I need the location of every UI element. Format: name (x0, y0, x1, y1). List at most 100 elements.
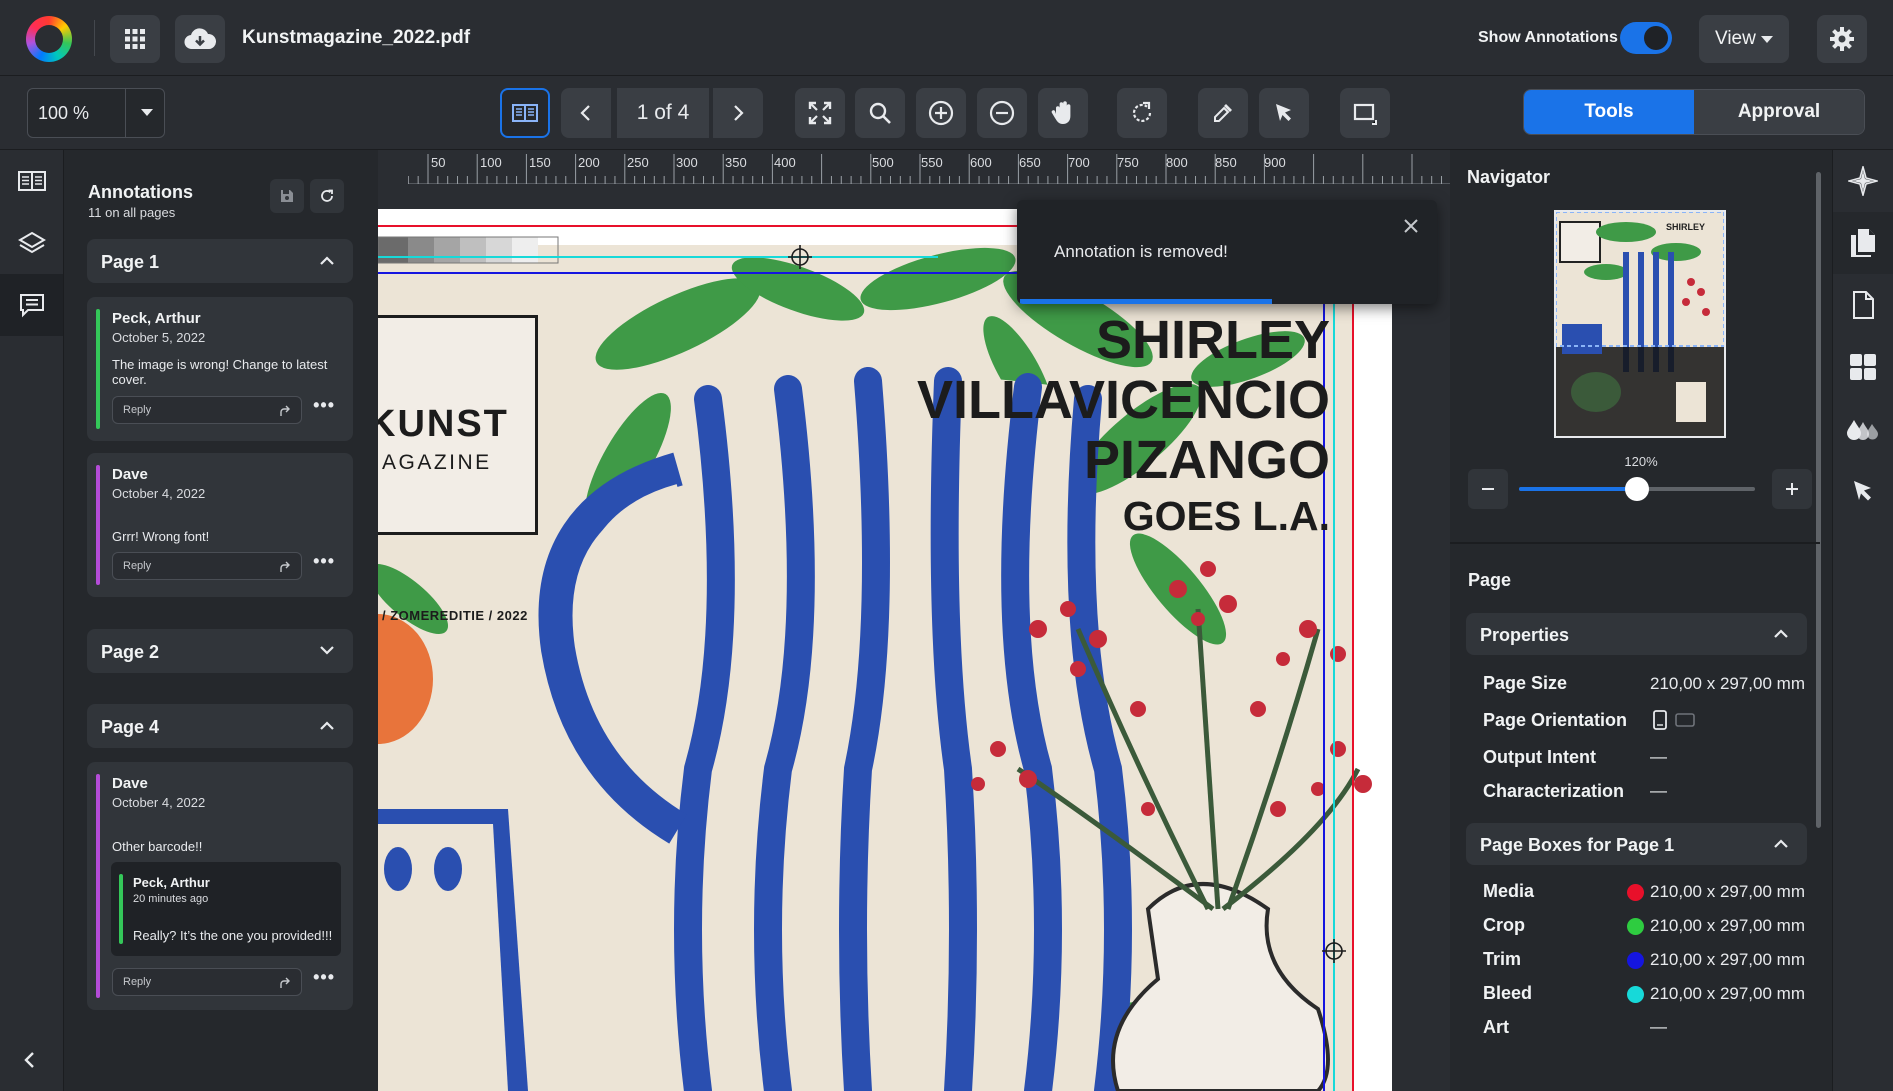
refresh-annotations-button[interactable] (310, 179, 344, 213)
more-options-icon[interactable]: ••• (313, 395, 335, 416)
hand-icon (1051, 101, 1071, 124)
page-view-button[interactable] (500, 88, 550, 138)
file-name: Kunstmagazine_2022.pdf (242, 27, 471, 48)
zoom-in-button[interactable] (916, 88, 966, 138)
comment-card[interactable]: Dave October 4, 2022 Other barcode!! Pec… (87, 762, 353, 1010)
ruler-label: 600 (970, 155, 992, 170)
previous-page-button[interactable] (561, 88, 611, 138)
box-tool-button[interactable] (1340, 88, 1390, 138)
page-indicator: 1 of 4 (617, 88, 709, 138)
rail-comments-button[interactable] (0, 274, 63, 336)
toast-progress-bar (1020, 299, 1272, 304)
crop-box-color-dot (1627, 918, 1644, 935)
more-options-icon[interactable]: ••• (313, 967, 335, 988)
plus-icon (1786, 483, 1798, 495)
reply-color-bar (119, 874, 123, 944)
rail-page-button[interactable] (1833, 274, 1893, 336)
more-options-icon[interactable]: ••• (313, 551, 335, 572)
tab-approval[interactable]: Approval (1694, 90, 1864, 134)
comment-card[interactable]: Peck, Arthur October 5, 2022 The image i… (87, 297, 353, 441)
rail-pages-button[interactable] (0, 150, 63, 212)
collapse-panel-icon[interactable] (22, 1050, 38, 1070)
toast-notification: Annotation is removed! (1017, 200, 1437, 304)
ruler-label: 300 (676, 155, 698, 170)
reply-input[interactable]: Reply (112, 552, 302, 580)
show-annotations-toggle[interactable] (1620, 22, 1672, 54)
slider-fill (1519, 487, 1637, 491)
ruler-label: 700 (1068, 155, 1090, 170)
edition-text: / ZOMEREDITIE / 2022 (382, 608, 528, 623)
bleed-box-color-dot (1627, 986, 1644, 1003)
reply-arrow-icon[interactable] (279, 561, 291, 573)
tab-tools[interactable]: Tools (1524, 90, 1694, 134)
pan-tool-button[interactable] (1038, 88, 1088, 138)
reply-input[interactable]: Reply (112, 396, 302, 424)
settings-button[interactable] (1817, 15, 1867, 63)
comment-card[interactable]: Dave October 4, 2022 Grrr! Wrong font! R… (87, 453, 353, 597)
reply-placeholder: Reply (123, 404, 152, 416)
portrait-orientation-icon[interactable] (1652, 710, 1668, 730)
page-boxes-section-label: Page Boxes for Page 1 (1480, 835, 1675, 855)
reply-placeholder: Reply (123, 976, 152, 988)
annotations-title: Annotations (88, 182, 193, 202)
media-box-color-dot (1627, 884, 1644, 901)
section-page-4[interactable]: Page 4 (87, 704, 353, 748)
comment-author: Dave (112, 466, 148, 483)
comment-date: October 4, 2022 (112, 486, 206, 501)
page-preview[interactable]: KUNST AGAZINE / ZOMEREDITIE / 2022 SHIRL… (378, 209, 1392, 1091)
select-tool-button[interactable] (1259, 88, 1309, 138)
chevron-up-icon (320, 721, 334, 730)
zoom-out-button[interactable] (977, 88, 1027, 138)
reply-arrow-icon[interactable] (279, 405, 291, 417)
comment-icon (19, 294, 44, 318)
grid-icon (125, 29, 145, 49)
cloud-download-button[interactable] (175, 15, 225, 63)
slider-handle[interactable] (1625, 477, 1649, 501)
refresh-icon (321, 189, 333, 202)
cover-title-line-4: GOES L.A. (1122, 493, 1330, 539)
rail-navigator-button[interactable] (1833, 150, 1893, 212)
app-logo[interactable] (26, 16, 72, 62)
properties-section[interactable]: Properties (1466, 613, 1807, 655)
next-page-button[interactable] (713, 88, 763, 138)
mode-switch: Tools Approval (1523, 89, 1865, 135)
panel-scrollbar[interactable] (1816, 172, 1821, 828)
crop-box-label: Crop (1483, 915, 1525, 935)
rail-thumbnails-button[interactable] (1833, 336, 1893, 398)
navigator-thumbnail[interactable]: SHIRLEY (1554, 210, 1726, 438)
fit-page-button[interactable] (795, 88, 845, 138)
reply-arrow-icon[interactable] (279, 977, 291, 989)
save-annotations-button[interactable] (270, 179, 304, 213)
search-button[interactable] (855, 88, 905, 138)
page-boxes-section[interactable]: Page Boxes for Page 1 (1466, 823, 1807, 865)
output-intent-value: — (1650, 747, 1667, 766)
reply-date: 20 minutes ago (133, 893, 209, 905)
caret-down-icon[interactable] (141, 109, 153, 116)
inspector-panel: Navigator SHIRLEY 120% Page Properties P… (1450, 150, 1832, 1091)
navigator-zoom-slider[interactable] (1519, 477, 1755, 501)
view-dropdown[interactable]: View (1699, 15, 1789, 63)
media-box-value: 210,00 x 297,00 mm (1650, 882, 1805, 901)
chevron-down-icon (320, 646, 334, 655)
comment-author: Peck, Arthur (112, 310, 201, 327)
rail-documents-button[interactable] (1833, 212, 1893, 274)
trim-box-color-dot (1627, 952, 1644, 969)
section-page-1[interactable]: Page 1 (87, 239, 353, 283)
reply-card[interactable]: Peck, Arthur 20 minutes ago Really? It’s… (111, 862, 341, 956)
navigator-zoom-in-button[interactable] (1772, 469, 1812, 509)
eyedropper-button[interactable] (1198, 88, 1248, 138)
close-icon[interactable] (1403, 218, 1419, 234)
zoom-select[interactable]: 100 % (27, 88, 165, 138)
reply-input[interactable]: Reply (112, 968, 302, 996)
navigator-zoom-out-button[interactable] (1468, 469, 1508, 509)
rail-separations-button[interactable] (1833, 398, 1893, 460)
section-page-2[interactable]: Page 2 (87, 629, 353, 673)
rotate-button[interactable] (1117, 88, 1167, 138)
ruler-label: 900 (1264, 155, 1286, 170)
rail-select-button[interactable] (1833, 460, 1893, 522)
apps-grid-button[interactable] (110, 15, 160, 63)
landscape-orientation-icon[interactable] (1675, 712, 1695, 728)
rail-layers-button[interactable] (0, 212, 63, 274)
art-box-label: Art (1483, 1017, 1509, 1037)
view-dropdown-label: View (1715, 28, 1756, 49)
